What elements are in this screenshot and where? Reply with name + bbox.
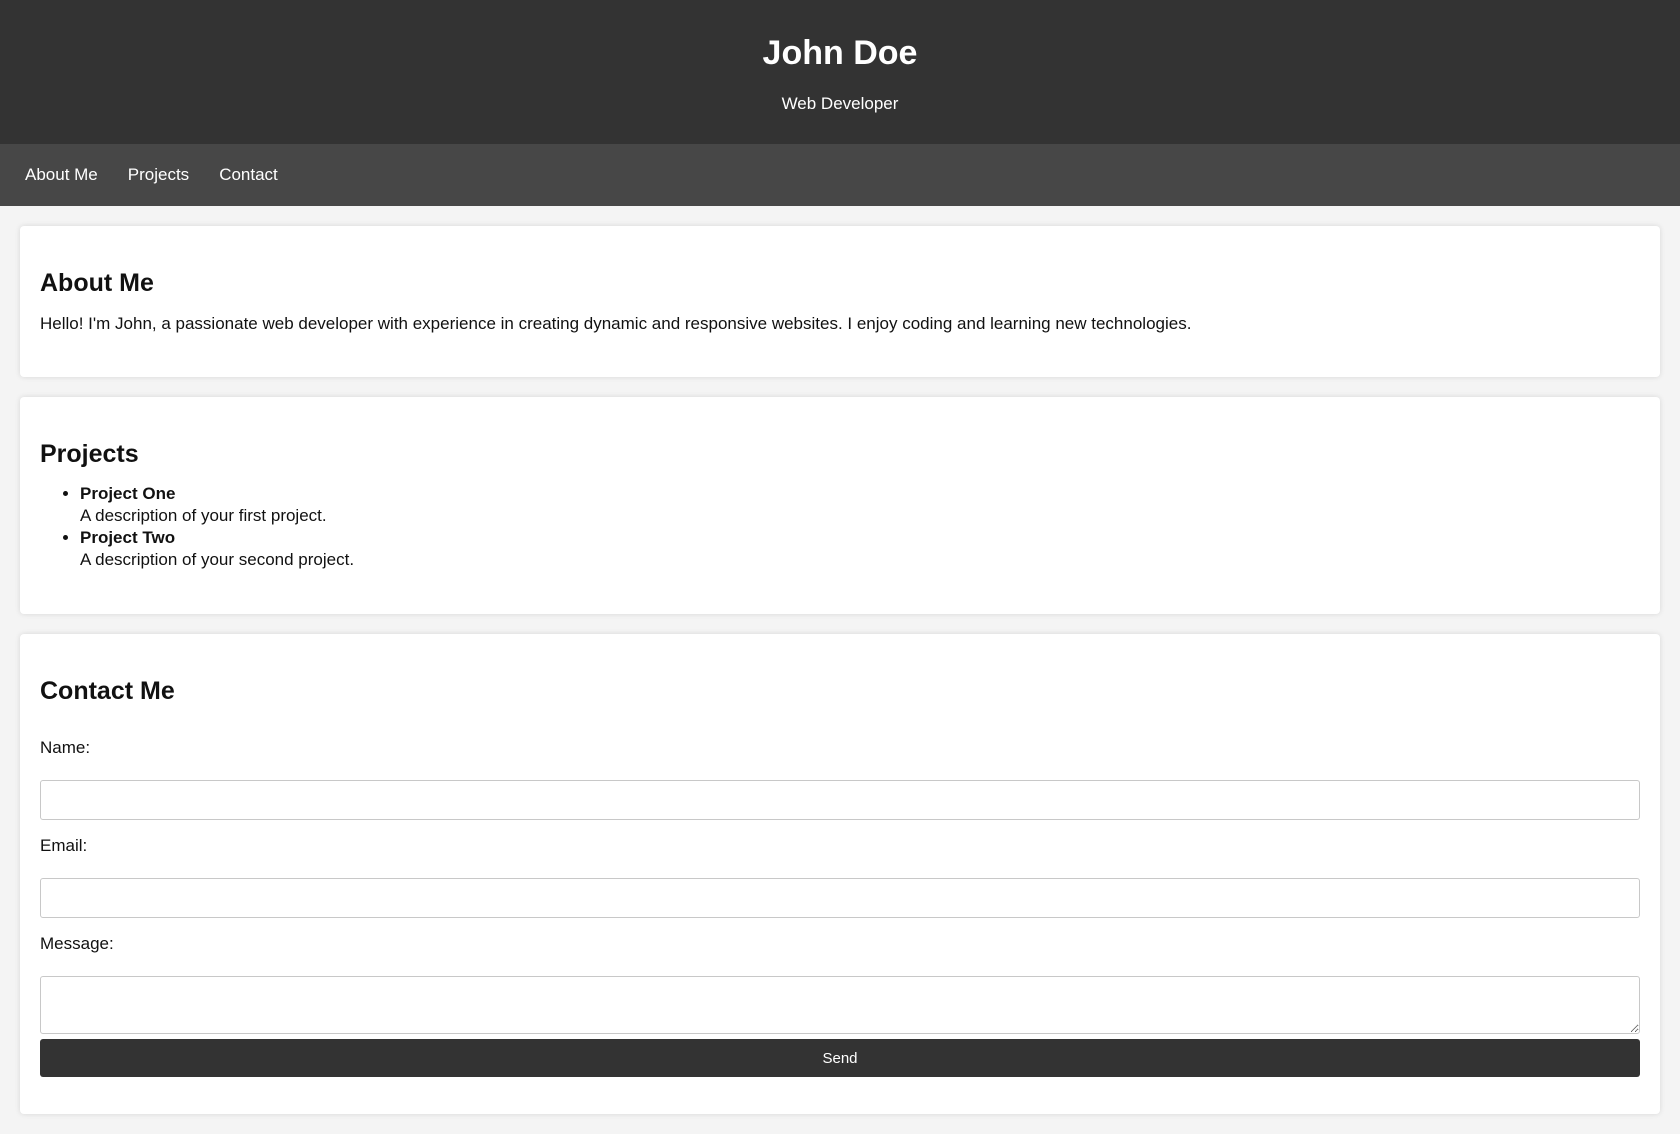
site-tagline: Web Developer: [781, 94, 899, 113]
site-header: John Doe Web Developer: [0, 0, 1680, 144]
site-title: John Doe: [762, 34, 918, 72]
project-description: A description of your first project.: [80, 506, 327, 525]
contact-heading: Contact Me: [40, 677, 175, 705]
email-field[interactable]: [40, 878, 1640, 918]
main-nav: About Me Projects Contact: [0, 144, 1680, 206]
project-name: Project One: [80, 484, 176, 503]
about-heading: About Me: [40, 269, 154, 297]
projects-heading: Projects: [40, 440, 139, 468]
contact-section: Contact Me Name: Email: Message: Send: [20, 634, 1660, 1114]
projects-section: Projects Project One A description of yo…: [20, 397, 1660, 614]
projects-list: Project One A description of your first …: [40, 483, 1640, 571]
nav-link-contact[interactable]: Contact: [219, 165, 278, 185]
main-content: About Me Hello! I'm John, a passionate w…: [0, 206, 1680, 1114]
project-name: Project Two: [80, 528, 176, 547]
message-field[interactable]: [40, 976, 1640, 1034]
email-label: Email:: [40, 836, 88, 855]
send-button[interactable]: Send: [40, 1039, 1640, 1077]
project-description: A description of your second project.: [80, 550, 355, 569]
about-text: Hello! I'm John, a passionate web develo…: [40, 314, 1192, 333]
project-item: Project One A description of your first …: [80, 483, 1640, 527]
contact-form: Name: Email: Message: Send: [40, 736, 1640, 1077]
message-label: Message:: [40, 934, 114, 953]
nav-link-about[interactable]: About Me: [25, 165, 98, 185]
about-section: About Me Hello! I'm John, a passionate w…: [20, 226, 1660, 377]
project-item: Project Two A description of your second…: [80, 527, 1640, 571]
nav-link-projects[interactable]: Projects: [128, 165, 189, 185]
name-field[interactable]: [40, 780, 1640, 820]
name-label: Name:: [40, 738, 91, 757]
